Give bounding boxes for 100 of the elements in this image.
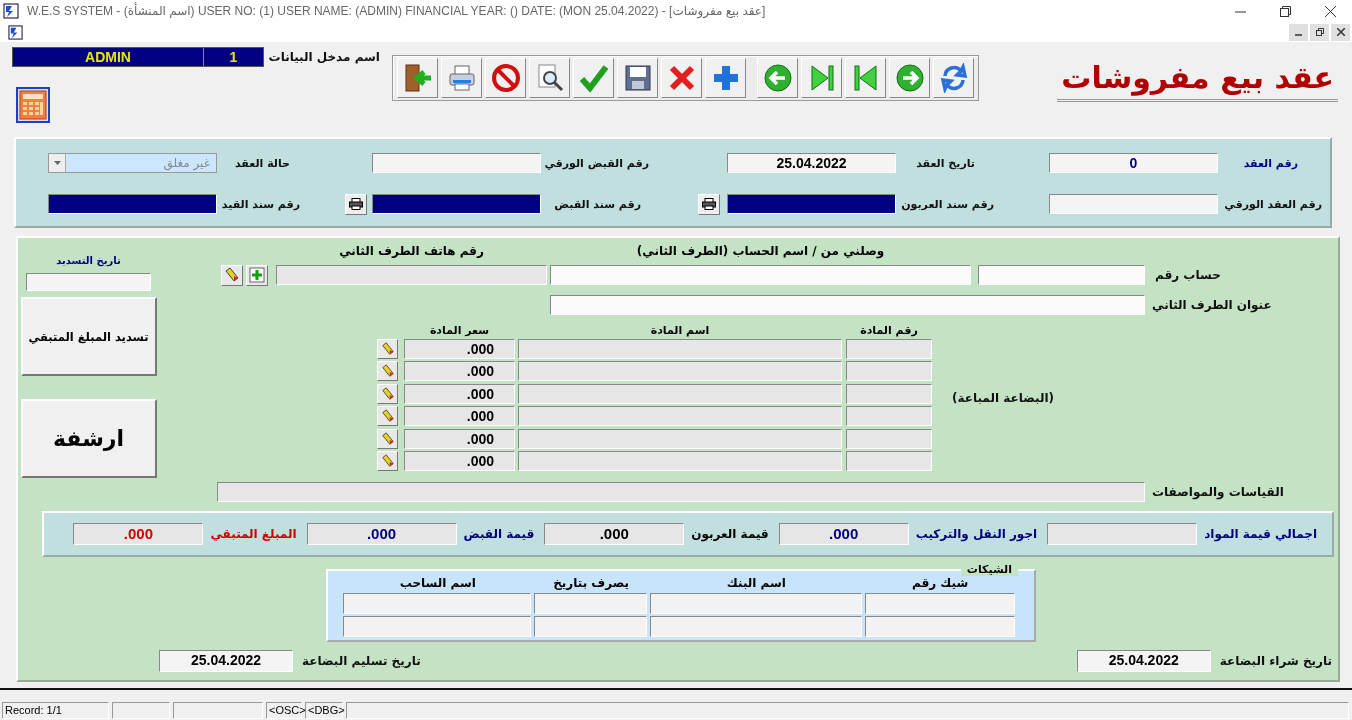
table-cell[interactable] — [534, 616, 647, 637]
field-label: رقم العقد الورقي — [1224, 197, 1322, 211]
date-field[interactable] — [26, 273, 151, 291]
eraser-button[interactable] — [377, 428, 398, 449]
toolbar-button[interactable] — [397, 58, 438, 98]
table-cell[interactable] — [846, 428, 932, 449]
group-title: الشيكات — [960, 563, 1018, 576]
toolbar-button[interactable] — [661, 58, 702, 98]
table-cell[interactable] — [518, 383, 842, 404]
printer-icon — [446, 63, 477, 93]
field-label: تاريخ التسديد — [56, 254, 121, 269]
window-title: W.E.S SYSTEM - (اسم المنشأة) USER NO: (1) USER NAME: (ADMIN) FINANCIAL YEAR: () DATE: (MON 25.04.2022) - [عقد بيع مفروشات] — [27, 4, 767, 18]
eraser-button[interactable] — [377, 406, 398, 427]
eraser-icon — [380, 453, 395, 468]
table-cell[interactable] — [518, 339, 842, 359]
toolbar-button[interactable] — [757, 58, 798, 98]
caret-icon — [53, 161, 61, 165]
toolbar-button[interactable] — [485, 58, 526, 98]
table-cell[interactable]: .000 — [404, 450, 515, 471]
print-button[interactable] — [345, 193, 367, 215]
input-field[interactable] — [217, 482, 1145, 502]
field-label: رقم العقد — [1243, 156, 1298, 170]
total-field: .000 — [778, 523, 909, 545]
eraser-icon — [380, 386, 395, 401]
child-minimize-button[interactable] — [1289, 23, 1308, 41]
record-indicator: Record: 1/1 — [2, 702, 109, 719]
table-cell[interactable] — [846, 450, 932, 471]
add-button[interactable] — [246, 264, 268, 286]
table-cell[interactable] — [865, 616, 1015, 637]
table-cell[interactable] — [846, 361, 932, 382]
table-cell[interactable] — [518, 428, 842, 449]
column-header: سعر المادة — [429, 323, 490, 337]
table-cell[interactable] — [650, 593, 862, 614]
input-field[interactable] — [978, 265, 1145, 285]
input-field[interactable]: 0 — [1049, 153, 1218, 173]
door-arrow-icon — [402, 63, 433, 93]
table-cell[interactable] — [846, 383, 932, 404]
toolbar-button[interactable] — [529, 58, 570, 98]
toolbar-button[interactable] — [617, 58, 658, 98]
table-cell[interactable] — [518, 361, 842, 382]
table-cell[interactable] — [343, 593, 531, 614]
table-cell[interactable] — [518, 406, 842, 427]
input-field[interactable] — [48, 194, 217, 214]
table-cell[interactable]: .000 — [404, 383, 515, 404]
toolbar-button[interactable] — [705, 58, 746, 98]
child-restore-button[interactable] — [1310, 23, 1329, 41]
table-cell[interactable]: .000 — [404, 428, 515, 449]
eraser-icon — [224, 267, 240, 283]
eraser-button[interactable] — [221, 264, 243, 286]
column-header: اسم الساحب — [398, 576, 477, 590]
eraser-button[interactable] — [377, 383, 398, 404]
total-label: اجمالي قيمة المواد — [1204, 527, 1317, 541]
total-field: .000 — [73, 523, 204, 545]
eraser-button[interactable] — [377, 339, 398, 359]
form-title: عقد بيع مفروشات — [1057, 60, 1338, 102]
toolbar-button[interactable] — [889, 58, 930, 98]
child-close-button[interactable] — [1331, 23, 1350, 41]
field-label: القياسات والمواصفات — [1152, 485, 1284, 499]
input-field[interactable] — [550, 265, 971, 285]
table-cell[interactable]: .000 — [404, 339, 515, 359]
stop-sign-icon — [490, 63, 521, 93]
calculator-button[interactable] — [16, 87, 50, 123]
user-label: اسم مدخل البيانات — [268, 50, 380, 64]
eraser-icon — [380, 342, 395, 356]
eraser-icon — [380, 364, 395, 379]
refresh-icon — [938, 63, 969, 93]
field-label: رقم سند القيد — [221, 197, 300, 211]
input-field[interactable] — [1049, 194, 1218, 214]
date-field[interactable]: 25.04.2022 — [727, 153, 896, 173]
toolbar-button[interactable] — [933, 58, 974, 98]
input-field[interactable] — [372, 153, 541, 173]
total-label: قيمة العربون — [691, 527, 769, 541]
dropdown-button[interactable] — [49, 154, 66, 172]
date-field[interactable]: 25.04.2022 — [1076, 650, 1211, 672]
table-cell[interactable]: .000 — [404, 361, 515, 382]
input-field[interactable] — [550, 295, 1145, 315]
table-cell[interactable] — [518, 450, 842, 471]
table-cell[interactable] — [650, 616, 862, 637]
total-field: .000 — [306, 523, 457, 545]
table-cell[interactable] — [846, 339, 932, 359]
input-field[interactable] — [276, 265, 547, 285]
date-field[interactable]: 25.04.2022 — [159, 650, 293, 672]
input-field[interactable] — [372, 194, 541, 214]
printer-icon — [349, 198, 363, 210]
table-cell[interactable] — [865, 593, 1015, 614]
print-button[interactable] — [698, 193, 720, 215]
archive-button[interactable]: ارشفة — [20, 399, 157, 478]
table-cell[interactable] — [846, 406, 932, 427]
column-header: اسم البنك — [725, 576, 787, 590]
table-cell[interactable] — [534, 593, 647, 614]
field-label: عنوان الطرف الثاني — [1152, 298, 1272, 312]
plus-icon — [249, 267, 265, 283]
eraser-button[interactable] — [377, 361, 398, 382]
eraser-button[interactable] — [377, 450, 398, 471]
field-label: تاريخ شراء البضاعة — [1219, 654, 1332, 668]
table-cell[interactable]: .000 — [404, 406, 515, 427]
settle-button[interactable]: تسديد المبلغ المتبقي — [20, 297, 157, 376]
input-field[interactable] — [727, 194, 896, 214]
table-cell[interactable] — [343, 616, 531, 637]
field-label: تاريخ تسليم البضاعة — [302, 654, 421, 668]
